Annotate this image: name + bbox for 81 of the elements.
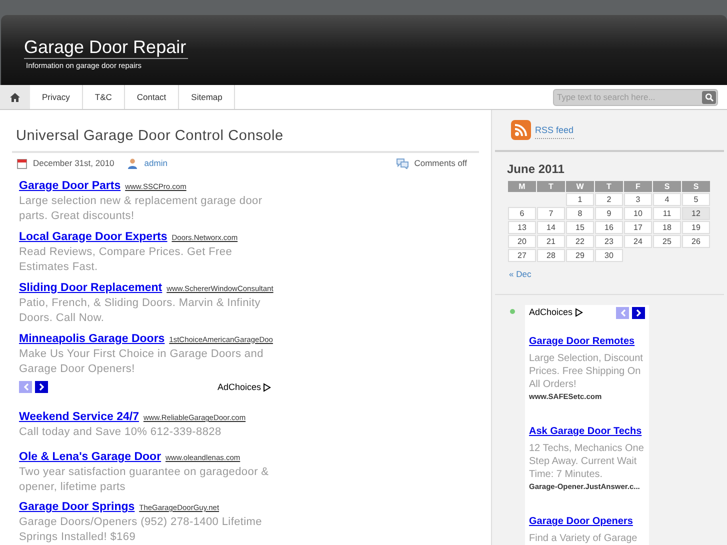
- calendar-day: 4: [653, 192, 681, 206]
- ad-title-link[interactable]: Minneapolis Garage Doors: [19, 332, 165, 344]
- ad-description: Call today and Save 10% 612-339-8828: [19, 425, 222, 440]
- rss-feed-link[interactable]: RSS feed: [535, 124, 574, 138]
- comments-status: Comments off: [414, 156, 467, 170]
- calendar-day: 22: [566, 234, 594, 248]
- calendar-day: 10: [624, 206, 652, 220]
- ad-title-link[interactable]: Garage Door Springs: [19, 501, 135, 513]
- calendar-day: 24: [624, 234, 652, 248]
- ad-description: Large selection new & replacement garage door parts. Great discounts!: [19, 194, 264, 224]
- calendar-day: 17: [624, 220, 652, 234]
- calendar-day: 3: [624, 192, 652, 206]
- weekday-header: F: [624, 180, 652, 192]
- adchoices-label[interactable]: AdChoices: [529, 306, 573, 320]
- site-title[interactable]: Garage Door Repair: [24, 36, 188, 59]
- calendar-caption: June 2011: [507, 160, 566, 178]
- calendar-day: 25: [653, 234, 681, 248]
- play-triangle-icon: [263, 382, 271, 392]
- play-triangle-icon: [574, 308, 583, 317]
- next-button[interactable]: [632, 306, 645, 318]
- weekday-header: M: [508, 180, 536, 192]
- calendar-day: 26: [682, 234, 710, 248]
- ad-description: Find a Variety of Garage: [529, 532, 638, 545]
- weekday-header: S: [653, 180, 681, 192]
- ad-title-link[interactable]: Ole & Lena's Garage Door: [19, 451, 162, 463]
- calendar-day: 18: [653, 220, 681, 234]
- ad-description: Two year satisfaction guarantee on garagedoor & opener, lifetime parts: [19, 465, 270, 495]
- next-button[interactable]: [35, 381, 48, 394]
- ad-title-link[interactable]: Garage Door Remotes: [529, 336, 635, 346]
- ad-title-link[interactable]: Garage Door Openers: [529, 516, 633, 527]
- calendar-day: 21: [537, 234, 565, 248]
- ad-title-link[interactable]: Ask Garage Door Techs: [529, 426, 642, 437]
- ad-description: 12 Techs, Mechanics One Step Away. Current Wait Time: 7 Minutes.: [529, 442, 645, 481]
- calendar-day: 28: [537, 248, 565, 262]
- ad-title-link[interactable]: Weekend Service 24/7: [19, 411, 139, 423]
- calendar-day: 16: [595, 220, 623, 234]
- author-link[interactable]: admin: [144, 156, 168, 170]
- ad-title-link[interactable]: Garage Door Parts: [19, 180, 121, 192]
- weekday-header: T: [595, 180, 623, 192]
- calendar-day: 27: [508, 248, 536, 262]
- ad-description: Garage Doors/Openers (952) 278-1400 Lifetime Springs Installed! $169: [19, 515, 263, 545]
- ad-description: Make Us Your First Choice in Garage Doors and Garage Door Openers!: [19, 346, 264, 376]
- rss-icon: [511, 120, 531, 140]
- calendar-day: 14: [537, 220, 565, 234]
- calendar-day: 23: [595, 234, 623, 248]
- calendar-day: 5: [682, 192, 710, 206]
- calendar-day: 15: [566, 220, 594, 234]
- calendar-day: 12: [682, 206, 710, 220]
- ad-description: Patio, French, & Sliding Doors. Marvin & Infinity Doors. Call Now.: [19, 296, 262, 326]
- post-date: December 31st, 2010: [33, 156, 114, 170]
- calendar-day: 1: [566, 192, 594, 206]
- calendar-day: 9: [595, 206, 623, 220]
- weekday-header: S: [682, 180, 710, 192]
- calendar-day: 20: [508, 234, 536, 248]
- calendar-day: 19: [682, 220, 710, 234]
- calendar-day: 6: [508, 206, 536, 220]
- weekday-header: W: [566, 180, 594, 192]
- adchoices-label[interactable]: AdChoices: [217, 380, 261, 394]
- calendar-day: 29: [566, 248, 594, 262]
- previous-month-link[interactable]: « Dec: [509, 268, 727, 281]
- calendar-icon: [17, 158, 27, 169]
- chevron-right-icon: [636, 308, 642, 316]
- post-title: Universal Garage Door Control Console: [12, 126, 479, 153]
- calendar-day: 13: [508, 220, 536, 234]
- chevron-left-icon: [22, 383, 28, 392]
- weekday-header: T: [537, 180, 565, 192]
- chevron-right-icon: [38, 383, 44, 392]
- calendar-day: 11: [653, 206, 681, 220]
- calendar-day: 8: [566, 206, 594, 220]
- calendar-day: 30: [595, 248, 623, 262]
- search-icon[interactable]: [702, 90, 716, 104]
- chevron-left-icon: [620, 308, 626, 316]
- ad-description: Large Selection, Discount Prices. Free Shipping On All Orders!: [529, 352, 644, 390]
- ad-title-link[interactable]: Sliding Door Replacement: [19, 282, 162, 294]
- calendar-day: 7: [537, 206, 565, 220]
- ad-description: Read Reviews, Compare Prices. Get Free Estimates Fast.: [19, 244, 234, 274]
- speech-bubbles-icon: [396, 158, 410, 169]
- user-icon: [127, 158, 138, 169]
- home-icon[interactable]: [0, 85, 30, 109]
- ad-title-link[interactable]: Local Garage Door Experts: [19, 230, 168, 242]
- calendar-day: 2: [595, 192, 623, 206]
